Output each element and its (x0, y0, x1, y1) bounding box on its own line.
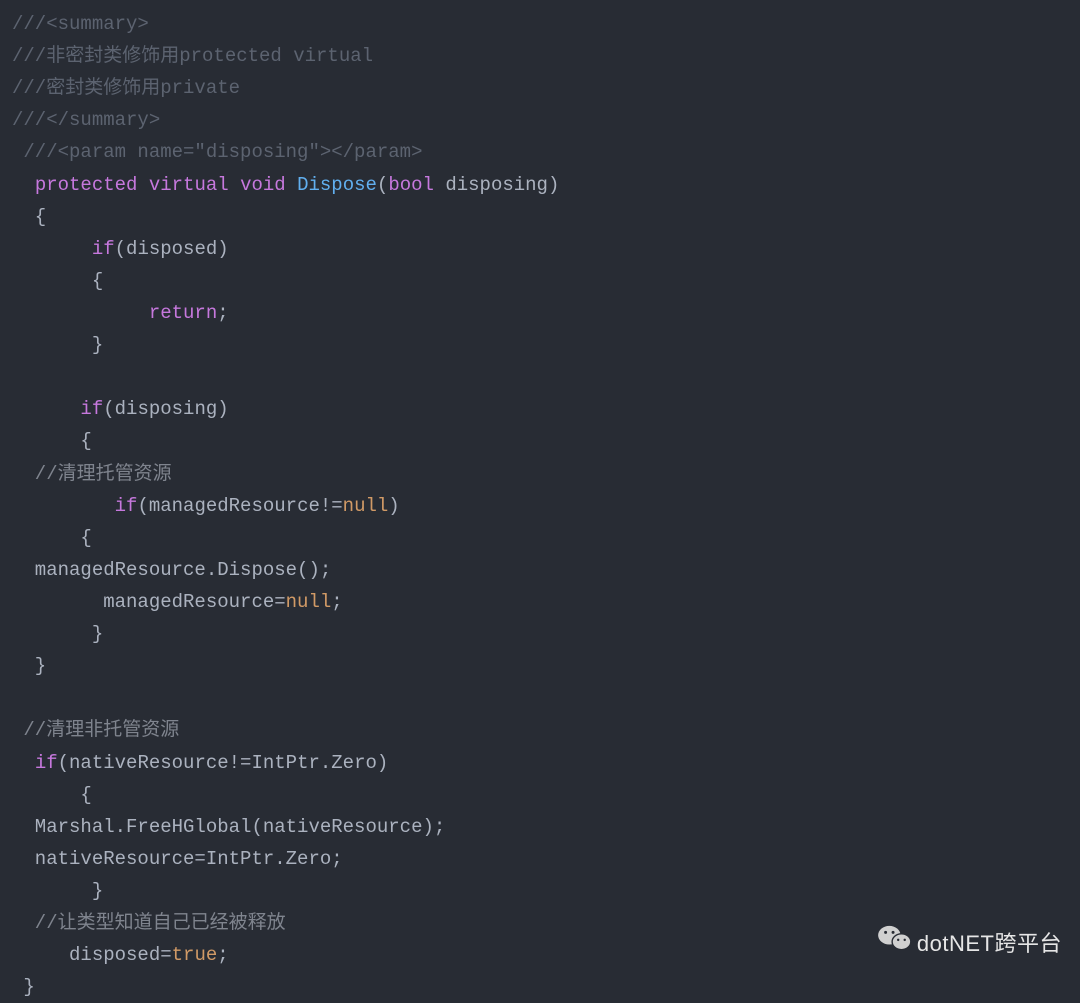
literal: true (172, 944, 218, 966)
statement: nativeResource=IntPtr.Zero; (12, 848, 343, 870)
code-block: ///<summary> ///非密封类修饰用protected virtual… (12, 8, 1068, 1003)
brace: { (12, 784, 92, 806)
keyword: protected (35, 174, 138, 196)
comment-line: ///密封类修饰用private (12, 77, 240, 99)
keyword: if (80, 398, 103, 420)
keyword: if (115, 495, 138, 517)
literal: null (286, 591, 332, 613)
keyword: virtual (149, 174, 229, 196)
statement: Marshal.FreeHGlobal(nativeResource); (12, 816, 445, 838)
brace: { (12, 270, 103, 292)
watermark: dotNET跨平台 (877, 924, 1062, 963)
comment-line: ///非密封类修饰用protected virtual (12, 45, 373, 67)
keyword: if (92, 238, 115, 260)
wechat-icon (877, 924, 911, 963)
comment-line: //让类型知道自己已经被释放 (12, 912, 286, 934)
comment-line: //清理非托管资源 (12, 719, 179, 741)
keyword: return (149, 302, 217, 324)
brace: { (12, 527, 92, 549)
watermark-text: dotNET跨平台 (917, 925, 1062, 962)
statement: managedResource.Dispose(); (12, 559, 331, 581)
condition: (disposing) (103, 398, 228, 420)
keyword: void (240, 174, 286, 196)
brace: { (12, 430, 92, 452)
function-name: Dispose (297, 174, 377, 196)
brace: } (12, 655, 46, 677)
type: bool (388, 174, 434, 196)
parameter: disposing) (434, 174, 559, 196)
literal: null (343, 495, 389, 517)
condition: (nativeResource!=IntPtr.Zero) (58, 752, 389, 774)
comment-line: ///<summary> (12, 13, 149, 35)
comment-line: ///<param name="disposing"></param> (12, 141, 422, 163)
brace: { (12, 206, 46, 228)
condition: (disposed) (115, 238, 229, 260)
brace: } (12, 880, 103, 902)
brace: } (12, 976, 35, 998)
comment-line: //清理托管资源 (12, 463, 172, 485)
brace: } (12, 334, 103, 356)
brace: } (12, 623, 103, 645)
comment-line: ///</summary> (12, 109, 160, 131)
keyword: if (35, 752, 58, 774)
